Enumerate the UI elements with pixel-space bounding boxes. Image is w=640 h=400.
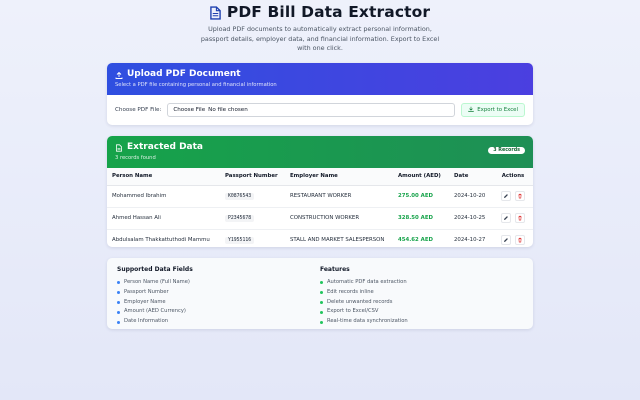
export-excel-button[interactable]: Export to Excel: [461, 103, 525, 117]
passport-number: K0876543: [225, 193, 255, 200]
table-row: Abdulsalam Thakkattuthodi Mammu Y1955116…: [107, 229, 533, 247]
extracted-data-title: Extracted Data: [127, 142, 204, 152]
employer-name: STALL AND MARKET SALESPERSON: [290, 237, 385, 244]
person-name: Mohammed Ibrahim: [107, 185, 220, 208]
upload-card-title: Upload PDF Document: [127, 69, 241, 79]
list-item: Employer Name: [117, 298, 320, 308]
data-table: Person Name Passport Number Employer Nam…: [107, 168, 533, 247]
list-item: Real-time data synchronization: [320, 317, 523, 327]
edit-button[interactable]: [501, 235, 511, 246]
delete-button[interactable]: [515, 213, 525, 223]
trash-icon: [518, 215, 522, 221]
document-icon: [115, 143, 123, 152]
list-item: Date Information: [117, 317, 320, 327]
list-item: Export to Excel/CSV: [320, 307, 523, 317]
passport-number: Y1955116: [225, 237, 255, 245]
delete-button[interactable]: [515, 191, 525, 201]
table-row: Ahmed Hassan Ali P2345678 CONSTRUCTION W…: [107, 207, 533, 230]
bullet-icon: [117, 291, 120, 295]
pencil-icon: [504, 194, 508, 198]
list-item: Passport Number: [117, 288, 320, 298]
edit-button[interactable]: [501, 213, 511, 223]
table-header-row: Person Name Passport Number Employer Nam…: [107, 168, 533, 186]
pencil-icon: [504, 238, 508, 243]
edit-button[interactable]: [501, 191, 511, 201]
trash-icon: [518, 238, 522, 243]
bullet-icon: [320, 291, 323, 295]
upload-icon: [115, 71, 123, 79]
document-icon: [210, 5, 221, 20]
list-item: Automatic PDF data extraction: [320, 278, 523, 288]
amount: 275.00 AED: [393, 185, 449, 208]
list-item: Edit records inline: [320, 288, 523, 298]
column-header-date: Date: [449, 168, 493, 186]
supported-fields-title: Supported Data Fields: [117, 266, 193, 273]
column-header-name: Person Name: [107, 168, 220, 186]
bullet-icon: [117, 300, 120, 304]
download-icon: [468, 106, 474, 114]
person-name: Abdulsalam Thakkattuthodi Mammu: [112, 237, 210, 244]
file-status: No file chosen: [208, 107, 248, 113]
list-item: Amount (AED Currency): [117, 307, 320, 317]
export-excel-label: Export to Excel: [477, 107, 518, 113]
column-header-actions: Actions: [493, 168, 533, 186]
file-input[interactable]: Choose File No file chosen: [167, 103, 456, 117]
delete-button[interactable]: [515, 235, 525, 246]
column-header-passport: Passport Number: [220, 168, 285, 186]
page-subtitle: Upload PDF documents to automatically ex…: [200, 25, 440, 52]
amount: 328.50 AED: [393, 207, 449, 230]
passport-number: P2345678: [225, 215, 255, 222]
trash-icon: [518, 193, 522, 199]
bullet-icon: [320, 300, 323, 304]
column-header-employer: Employer Name: [285, 168, 393, 186]
employer-name: CONSTRUCTION WORKER: [285, 207, 393, 230]
list-item: Delete unwanted records: [320, 298, 523, 308]
extracted-data-card: Extracted Data 3 records found 3 Records…: [107, 136, 533, 247]
choose-file-button[interactable]: Choose File: [173, 107, 205, 113]
records-badge: 3 Records: [488, 147, 525, 154]
bullet-icon: [320, 310, 323, 314]
person-name: Ahmed Hassan Ali: [107, 207, 220, 230]
column-header-amount: Amount (AED): [393, 168, 449, 186]
pencil-icon: [504, 216, 508, 220]
table-row: Mohammed Ibrahim K0876543 RESTAURANT WOR…: [107, 185, 533, 208]
features-section: Features Automatic PDF data extraction E…: [320, 266, 523, 324]
upload-card-subtitle: Select a PDF file containing personal an…: [115, 82, 277, 88]
amount: 454.62 AED: [398, 237, 434, 244]
bullet-icon: [320, 320, 323, 324]
page-header: PDF Bill Data Extractor Upload PDF docum…: [0, 3, 640, 54]
list-item: Person Name (Full Name): [117, 278, 320, 288]
info-card: Supported Data Fields Person Name (Full …: [107, 258, 533, 329]
employer-name: RESTAURANT WORKER: [285, 185, 393, 208]
upload-card-header: Upload PDF Document Select a PDF file co…: [107, 63, 533, 95]
bullet-icon: [117, 281, 120, 285]
supported-fields-section: Supported Data Fields Person Name (Full …: [117, 266, 320, 324]
features-title: Features: [320, 266, 350, 273]
date: 2024-10-25: [449, 207, 493, 230]
date: 2024-10-20: [449, 185, 493, 208]
bullet-icon: [117, 310, 120, 314]
bullet-icon: [320, 281, 323, 285]
file-label: Choose PDF File:: [115, 107, 162, 113]
extracted-data-header: Extracted Data 3 records found 3 Records: [107, 136, 533, 168]
records-count: 3 records found: [115, 155, 156, 161]
page-title: PDF Bill Data Extractor: [226, 3, 431, 21]
date: 2024-10-27: [454, 237, 486, 244]
bullet-icon: [117, 320, 120, 324]
upload-card: Upload PDF Document Select a PDF file co…: [107, 63, 533, 125]
